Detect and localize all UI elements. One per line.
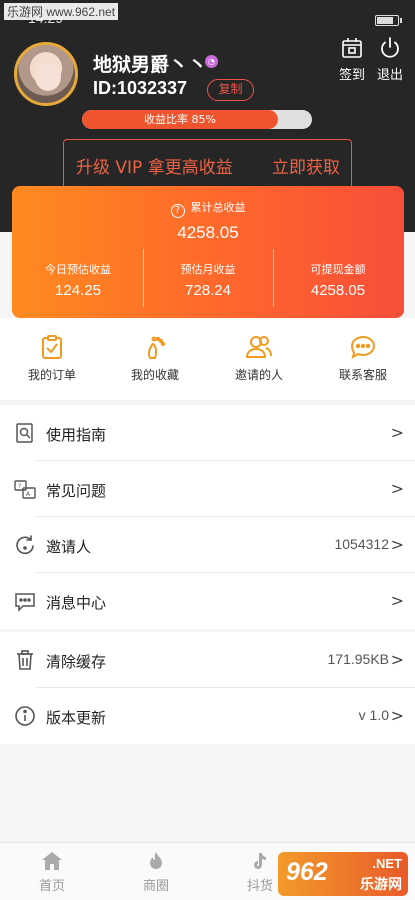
vip-get-now-link[interactable]: 立即获取 xyxy=(272,153,340,178)
quick-link-favorites[interactable]: 我的收藏 xyxy=(105,334,205,383)
username: 地狱男爵丶丶 xyxy=(93,54,208,76)
menu-item-label: 常见问题 xyxy=(46,482,107,500)
nav-home[interactable]: 首页 xyxy=(22,851,82,894)
chevron-right-icon: > xyxy=(390,479,404,498)
total-earnings-label: ? 累计总收益 xyxy=(12,199,404,218)
quick-link-invited-people[interactable]: 邀请的人 xyxy=(209,334,309,383)
today-earnings: 今日预估收益 124.25 xyxy=(45,263,111,299)
menu-item-label: 使用指南 xyxy=(46,426,107,444)
guide-search-icon xyxy=(16,423,33,443)
chevron-right-icon: > xyxy=(390,706,404,725)
version-value: v 1.0 xyxy=(358,707,389,723)
nav-business[interactable]: 商圈 xyxy=(126,851,186,894)
music-note-icon xyxy=(254,853,266,869)
trash-icon xyxy=(17,650,33,670)
menu-item-label: 清除缓存 xyxy=(46,653,107,671)
vip-upgrade-banner[interactable]: 升级 VIP 拿更高收益 立即获取 xyxy=(63,139,352,189)
chevron-right-icon: > xyxy=(390,423,404,442)
quick-link-support[interactable]: 联系客服 xyxy=(313,334,413,383)
menu-item-guide[interactable]: 使用指南 > xyxy=(0,405,415,461)
info-icon xyxy=(15,706,35,726)
home-icon xyxy=(42,852,62,870)
vip-badge-icon: ◔ xyxy=(205,55,218,68)
svg-text:A: A xyxy=(26,491,31,498)
progress-label: 收益比率 85% xyxy=(144,113,216,126)
monthly-earnings: 预估月收益 728.24 xyxy=(180,263,236,299)
people-icon xyxy=(245,336,272,358)
menu-group-2: 清除缓存 171.95KB > 版本更新 v 1.0 > xyxy=(0,632,415,744)
calendar-icon xyxy=(342,38,362,58)
menu-item-faq[interactable]: ? A 常见问题 > xyxy=(0,461,415,517)
question-icon[interactable]: ? xyxy=(170,204,185,218)
inviter-id-value: 1054312 xyxy=(334,536,389,552)
earnings-card: ? 累计总收益 4258.05 今日预估收益 124.25 预估月收益 728.2… xyxy=(12,186,404,318)
total-earnings-value: 4258.05 xyxy=(177,223,239,242)
avatar[interactable] xyxy=(14,42,78,106)
power-icon xyxy=(381,37,399,58)
signin-button[interactable]: 签到 xyxy=(332,36,372,83)
menu-group-1: 使用指南 > ? A 常见问题 > 邀请人 1054312 > 消息中心 > xyxy=(0,405,415,629)
clipboard-check-icon xyxy=(42,335,62,359)
watermark-logo: 962 .NET 乐游网 xyxy=(278,852,408,896)
refresh-icon xyxy=(16,535,34,555)
user-id: ID:1032337 xyxy=(93,78,188,98)
chevron-right-icon: > xyxy=(390,591,404,610)
footprint-icon xyxy=(148,336,166,359)
menu-item-version-update[interactable]: 版本更新 v 1.0 > xyxy=(0,688,415,744)
earnings-ratio-bar: 收益比率 85% xyxy=(82,110,312,129)
signin-label: 签到 xyxy=(338,68,365,83)
chevron-right-icon: > xyxy=(390,650,404,669)
vip-banner-text: 升级 VIP 拿更高收益 xyxy=(76,158,233,178)
menu-item-clear-cache[interactable]: 清除缓存 171.95KB > xyxy=(0,632,415,688)
faq-icon: ? A xyxy=(14,480,36,499)
battery-icon xyxy=(375,15,402,26)
menu-item-messages[interactable]: 消息中心 > xyxy=(0,573,415,629)
withdrawable-amount: 可提现金额 4258.05 xyxy=(310,263,366,299)
chat-bubble-icon xyxy=(350,335,376,360)
cache-size-value: 171.95KB xyxy=(327,651,390,667)
menu-item-inviter[interactable]: 邀请人 1054312 > xyxy=(0,517,415,573)
watermark-text: 乐游网 www.962.net xyxy=(4,3,119,20)
menu-item-label: 版本更新 xyxy=(46,709,107,727)
logout-button[interactable]: 退出 xyxy=(370,36,410,83)
quick-link-orders[interactable]: 我的订单 xyxy=(2,334,102,383)
chevron-right-icon: > xyxy=(390,535,404,554)
copy-button[interactable]: 复制 xyxy=(207,79,254,101)
menu-item-label: 消息中心 xyxy=(46,594,107,612)
message-icon xyxy=(15,593,35,612)
menu-item-label: 邀请人 xyxy=(46,538,92,556)
flame-icon xyxy=(150,852,162,869)
quick-links: 我的订单 我的收藏 邀请的人 联系客服 xyxy=(0,318,415,400)
svg-text:?: ? xyxy=(18,483,21,490)
logout-label: 退出 xyxy=(376,68,403,83)
